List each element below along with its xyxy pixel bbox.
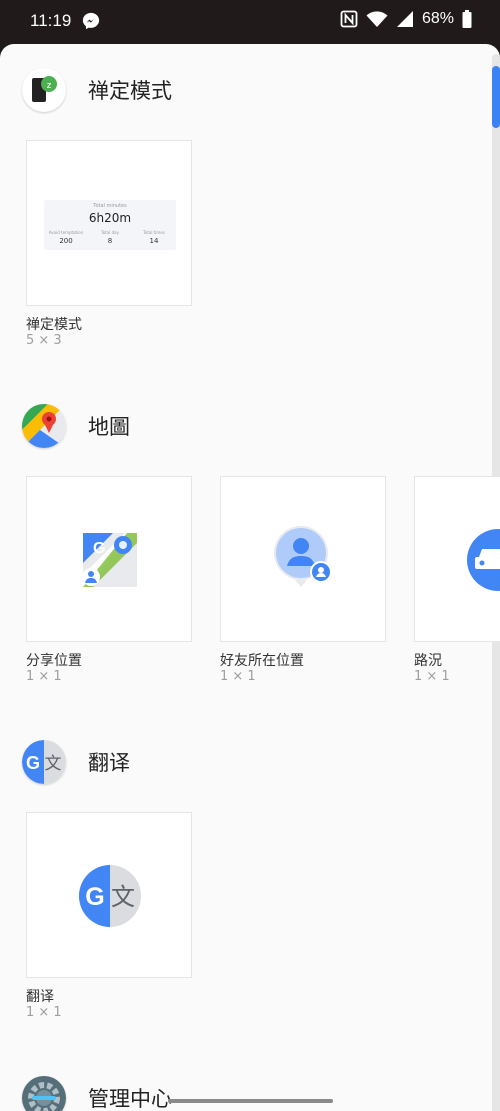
widget-label: 翻译	[26, 989, 54, 1005]
friends-location-icon	[274, 526, 332, 587]
google-maps-icon	[22, 404, 66, 448]
widget-size: 1 × 1	[220, 669, 256, 684]
app-name: 禅定模式	[88, 79, 172, 103]
svg-text:文: 文	[45, 754, 62, 774]
svg-text:文: 文	[111, 883, 135, 911]
wifi-icon	[366, 11, 388, 27]
traffic-car-icon	[467, 529, 500, 591]
share-location-icon: G	[82, 533, 137, 587]
google-translate-icon: G 文	[22, 740, 66, 784]
preview-stat-value: 14	[149, 237, 159, 245]
battery-percentage: 68%	[421, 10, 454, 27]
section-header-maps: 地圖	[22, 404, 130, 448]
widget-label: 路況	[414, 653, 442, 669]
widget-friends-location[interactable]	[220, 476, 386, 642]
app-name: 翻译	[88, 751, 130, 775]
google-translate-icon: G 文	[79, 865, 141, 927]
widget-share-location[interactable]: G	[26, 476, 192, 642]
widget-picker-sheet[interactable]: z 禅定模式 Total minutes 6h20m Avoid temptat…	[0, 44, 500, 1111]
svg-text:G: G	[93, 540, 105, 557]
status-time: 11:19	[30, 11, 72, 30]
preview-stat-label: Avoid temptation	[48, 230, 84, 235]
widget-size: 1 × 1	[26, 1005, 62, 1020]
zen-mode-preview: Total minutes 6h20m Avoid temptation Tot…	[44, 200, 176, 250]
widget-zen-mode[interactable]: Total minutes 6h20m Avoid temptation Tot…	[26, 140, 192, 306]
preview-stat-value: 8	[107, 237, 113, 245]
status-bar: 11:19 68%	[0, 0, 500, 44]
app-name: 地圖	[88, 415, 130, 439]
signal-icon	[396, 11, 413, 27]
preview-stat-label: Total times	[143, 230, 165, 235]
widget-translate[interactable]: G 文	[26, 812, 192, 978]
messenger-icon	[82, 12, 100, 30]
widget-size: 1 × 1	[26, 669, 62, 684]
widget-size: 5 × 3	[26, 333, 62, 348]
zen-mode-icon: z	[32, 76, 57, 102]
widget-traffic[interactable]	[414, 476, 500, 642]
management-center-app-icon	[22, 1076, 66, 1111]
widget-label: 禅定模式	[26, 317, 82, 333]
nfc-icon	[340, 10, 358, 28]
zen-mode-app-icon: z	[22, 68, 66, 112]
preview-value: 6h20m	[88, 211, 132, 225]
svg-text:z: z	[47, 81, 52, 91]
scrollbar-thumb[interactable]	[492, 66, 500, 128]
battery-icon	[462, 10, 472, 28]
section-header-management-center: 管理中心	[22, 1076, 172, 1111]
preview-stat-label: Total day	[101, 230, 119, 235]
preview-stat-value: 200	[59, 237, 73, 245]
section-header-translate: G 文 翻译	[22, 740, 130, 784]
gear-icon	[28, 1082, 60, 1111]
translate-app-icon: G 文	[22, 740, 66, 784]
svg-text:G: G	[85, 883, 104, 911]
section-header-zen-mode: z 禅定模式	[22, 68, 172, 112]
maps-app-icon	[22, 404, 66, 448]
app-name: 管理中心	[88, 1087, 172, 1111]
svg-text:G: G	[26, 753, 40, 773]
widget-label: 好友所在位置	[220, 653, 304, 669]
widget-label: 分享位置	[26, 653, 82, 669]
home-indicator[interactable]	[168, 1099, 333, 1103]
widget-size: 1 × 1	[414, 669, 450, 684]
preview-title: Total minutes	[93, 203, 127, 209]
